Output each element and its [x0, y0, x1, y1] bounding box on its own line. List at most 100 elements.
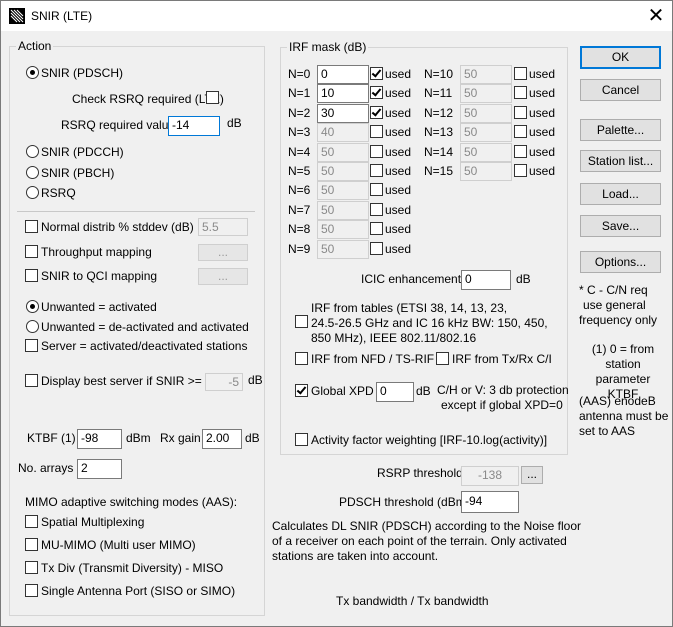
server-activated-checkbox[interactable] [25, 339, 38, 352]
irf-used-checkbox[interactable] [370, 203, 383, 216]
display-best-checkbox[interactable] [25, 374, 38, 387]
global-xpd-checkbox[interactable] [295, 384, 308, 397]
irf-row-label: N=10 [424, 67, 454, 81]
irf-row-label: N=0 [288, 67, 311, 81]
irf-value-input[interactable]: 50 [460, 123, 512, 142]
irf-used-checkbox[interactable] [370, 86, 383, 99]
snir-qci-checkbox[interactable] [25, 269, 38, 282]
irf-value-input[interactable]: 50 [460, 84, 512, 103]
irf-tables-line3: 850 MHz), IEEE 802.11/802.16 [311, 331, 477, 345]
snir-pdsch-radio[interactable] [26, 66, 39, 79]
ok-button[interactable]: OK [580, 46, 661, 69]
irf-tables-checkbox[interactable] [295, 315, 308, 328]
irf-value-input[interactable]: 50 [460, 143, 512, 162]
irf-value-input[interactable]: 50 [460, 65, 512, 84]
throughput-mapping-label: Throughput mapping [41, 245, 152, 259]
txdiv-label: Tx Div (Transmit Diversity) - MISO [41, 561, 224, 575]
irf-used-checkbox[interactable] [370, 145, 383, 158]
throughput-mapping-checkbox[interactable] [25, 245, 38, 258]
irf-value-input[interactable]: 40 [317, 123, 369, 142]
global-xpd-label: Global XPD [311, 384, 374, 398]
unwanted-activated-radio[interactable] [26, 300, 39, 313]
irf-row-label: N=1 [288, 86, 311, 100]
close-icon[interactable]: ✕ [645, 6, 667, 26]
irf-used-checkbox[interactable] [514, 86, 527, 99]
window-title: SNIR (LTE) [31, 9, 93, 23]
snir-pbch-label: SNIR (PBCH) [41, 166, 115, 180]
throughput-mapping-button[interactable]: ... [198, 244, 248, 261]
spatial-checkbox[interactable] [25, 515, 38, 528]
rsrp-threshold-button[interactable]: ... [521, 466, 543, 484]
activity-label: Activity factor weighting [IRF-10.log(ac… [311, 433, 548, 447]
irf-value-input[interactable]: 50 [317, 162, 369, 181]
save-button[interactable]: Save... [580, 215, 661, 237]
station-list-button[interactable]: Station list... [580, 150, 661, 172]
irf-value-input[interactable]: 50 [317, 201, 369, 220]
pdsch-threshold-input[interactable]: -94 [461, 491, 519, 513]
irf-value-input[interactable]: 50 [317, 240, 369, 259]
cancel-button[interactable]: Cancel [580, 79, 661, 101]
irf-used-checkbox[interactable] [370, 164, 383, 177]
txdiv-checkbox[interactable] [25, 561, 38, 574]
palette-button[interactable]: Palette... [580, 119, 661, 141]
description-line2: of a receiver on each point of the terra… [272, 534, 567, 548]
irf-value-input[interactable]: 10 [317, 84, 369, 103]
irf-value-input[interactable]: 50 [460, 104, 512, 123]
snir-qci-button[interactable]: ... [198, 268, 248, 285]
irf-value-input[interactable]: 50 [317, 181, 369, 200]
irf-used-checkbox[interactable] [514, 125, 527, 138]
display-best-input[interactable]: -5 [205, 373, 243, 391]
irf-value-input[interactable]: 50 [460, 162, 512, 181]
normal-distrib-input[interactable]: 5.5 [198, 218, 248, 236]
irf-used-checkbox[interactable] [514, 106, 527, 119]
global-xpd-input[interactable]: 0 [376, 382, 414, 402]
activity-checkbox[interactable] [295, 433, 308, 446]
options-button[interactable]: Options... [580, 251, 661, 273]
irf-value-input[interactable]: 0 [317, 65, 369, 84]
irf-used-label: used [385, 86, 412, 100]
irf-used-checkbox[interactable] [370, 222, 383, 235]
snir-pdcch-radio[interactable] [26, 145, 39, 158]
rsrq-unit: dB [227, 116, 242, 130]
snir-pbch-radio[interactable] [26, 166, 39, 179]
rsrq-radio[interactable] [26, 186, 39, 199]
cn-note-line2: use general [583, 298, 646, 312]
aas-note: (AAS) enodeB antenna must be set to AAS [579, 394, 668, 439]
irf-nfd-checkbox[interactable] [295, 352, 308, 365]
mumimo-checkbox[interactable] [25, 538, 38, 551]
single-antenna-checkbox[interactable] [25, 584, 38, 597]
irf-used-checkbox[interactable] [370, 242, 383, 255]
irf-txrx-checkbox[interactable] [436, 352, 449, 365]
icic-input[interactable]: 0 [461, 270, 511, 290]
irf-group-label: IRF mask (dB) [287, 40, 369, 54]
xpd-note: C/H or V: 3 db protection except if glob… [437, 383, 569, 413]
check-rsrq-label: Check RSRQ required (LTE) [72, 92, 224, 106]
irf-used-checkbox[interactable] [370, 183, 383, 196]
irf-value-input[interactable]: 50 [317, 220, 369, 239]
irf-value-input[interactable]: 30 [317, 104, 369, 123]
ktbf-input[interactable]: -98 [77, 429, 122, 449]
irf-used-checkbox[interactable] [514, 164, 527, 177]
check-rsrq-checkbox[interactable] [206, 91, 219, 104]
rsrq-required-input[interactable]: -14 [168, 116, 220, 136]
cn-note-line3: frequency only [579, 313, 658, 327]
no-arrays-label: No. arrays [16, 461, 76, 475]
irf-used-checkbox[interactable] [514, 145, 527, 158]
app-icon [9, 8, 25, 24]
irf-row-label: N=14 [424, 145, 454, 159]
rsrp-threshold-input[interactable]: -138 [461, 466, 519, 486]
normal-distrib-checkbox[interactable] [25, 220, 38, 233]
snir-qci-label: SNIR to QCI mapping [41, 269, 158, 283]
rxgain-input[interactable]: 2.00 [202, 429, 242, 449]
irf-value-input[interactable]: 50 [317, 143, 369, 162]
unwanted-deactivated-radio[interactable] [26, 320, 39, 333]
irf-used-checkbox[interactable] [370, 67, 383, 80]
irf-used-checkbox[interactable] [514, 67, 527, 80]
load-button[interactable]: Load... [580, 183, 661, 205]
irf-used-checkbox[interactable] [370, 125, 383, 138]
irf-used-label: used [385, 203, 412, 217]
no-arrays-input[interactable]: 2 [77, 459, 122, 479]
irf-used-checkbox[interactable] [370, 106, 383, 119]
mumimo-label: MU-MIMO (Multi user MIMO) [41, 538, 196, 552]
icic-unit: dB [516, 272, 531, 286]
